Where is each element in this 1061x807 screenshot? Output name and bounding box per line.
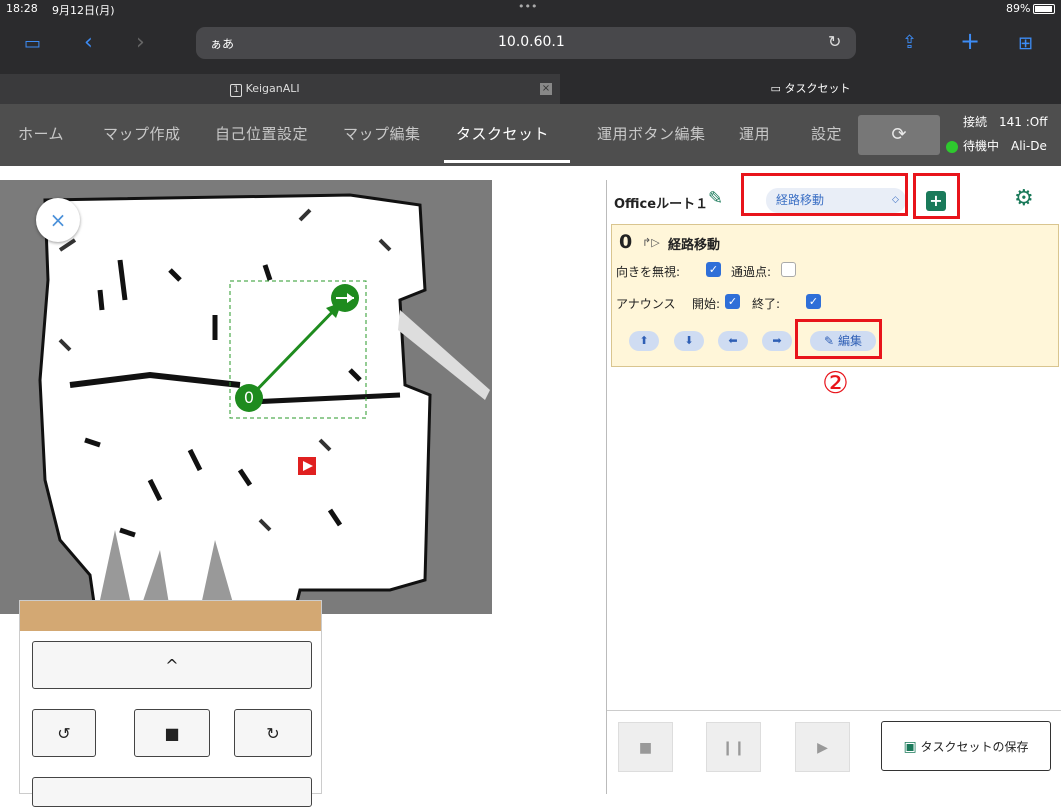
- tab-label: タスクセット: [784, 82, 851, 95]
- tab-number-badge: 1: [230, 84, 243, 97]
- sync-icon: ⟳: [891, 124, 907, 145]
- battery-level: 89%: [1006, 2, 1031, 15]
- close-icon: ×: [49, 208, 67, 232]
- tab-close-icon[interactable]: ×: [540, 83, 552, 95]
- move-down-button[interactable]: ⬇: [674, 331, 704, 351]
- route-name: Officeルート１: [614, 197, 709, 212]
- tab-dots: •••: [518, 0, 538, 13]
- stop-button[interactable]: ■: [134, 709, 210, 757]
- divider: [607, 710, 1061, 711]
- nav-map-create[interactable]: マップ作成: [103, 123, 181, 144]
- map-view[interactable]: 0: [0, 180, 492, 614]
- end-label: 終了:: [752, 297, 781, 311]
- announce-label: アナウンス: [616, 297, 676, 311]
- pencil-icon[interactable]: ✎: [708, 188, 723, 209]
- ignore-direction-checkbox[interactable]: ✓: [706, 262, 721, 277]
- new-tab-icon[interactable]: +: [960, 29, 980, 53]
- browser-chrome: 18:28 9月12日(月) ••• 89% ▭ ‹ › ぁあ 10.0.60.…: [0, 0, 1061, 104]
- waypoint-marker[interactable]: 0: [235, 384, 263, 412]
- connection-status: 接続 141 :Off: [963, 115, 1048, 129]
- forward-icon[interactable]: ›: [136, 32, 145, 54]
- save-taskset-button[interactable]: ▣ タスクセットの保存: [881, 721, 1051, 771]
- status-dot-icon: [946, 141, 958, 153]
- active-tab-underline: [444, 160, 570, 163]
- control-panel-header: [20, 601, 321, 631]
- battery-icon: [1033, 4, 1055, 14]
- address-bar[interactable]: ぁあ 10.0.60.1 ↻: [196, 27, 856, 59]
- tab-taskset[interactable]: ▭ タスクセット: [560, 74, 1061, 104]
- arrow-up-icon: ⬆: [639, 334, 649, 347]
- tab-keiganali[interactable]: 1 KeiganALI: [0, 74, 530, 104]
- nav-self-position[interactable]: 自己位置設定: [215, 123, 308, 144]
- arrow-down-icon: ⬇: [684, 334, 694, 347]
- tabs-overview-icon[interactable]: ⊞: [1018, 33, 1033, 55]
- announce-end-checkbox[interactable]: ✓: [806, 294, 821, 309]
- passpoint-checkbox[interactable]: [781, 262, 796, 277]
- ignore-direction-label: 向きを無視:: [616, 265, 681, 279]
- stop-task-button[interactable]: ■: [618, 722, 673, 772]
- arrow-right-icon: ➡: [772, 334, 782, 347]
- rotate-left-icon: ↺: [57, 724, 71, 743]
- task-type: 経路移動: [668, 238, 721, 253]
- manual-control-panel: ^ ↺ ■ ↻: [19, 600, 322, 807]
- highlight-box-add: [913, 173, 960, 219]
- chevron-up-icon: ^: [165, 656, 179, 675]
- nav-button-edit[interactable]: 運用ボタン編集: [597, 123, 706, 144]
- tab-bar: 1 KeiganALI × ▭ タスクセット: [0, 74, 1061, 104]
- task-index: 0: [619, 231, 633, 253]
- stop-icon: ■: [638, 740, 653, 756]
- move-up-button[interactable]: ⬆: [629, 331, 659, 351]
- play-task-button[interactable]: ▶: [795, 722, 850, 772]
- url-text[interactable]: 10.0.60.1: [498, 34, 565, 50]
- nav-operation[interactable]: 運用: [739, 123, 770, 144]
- nav-settings[interactable]: 設定: [811, 123, 842, 144]
- status-date: 9月12日(月): [52, 4, 115, 17]
- tab-label: KeiganALI: [245, 82, 300, 95]
- text-size-button[interactable]: ぁあ: [210, 35, 234, 52]
- highlight-box-select: [741, 173, 908, 216]
- route-move-icon: ↱▷: [642, 236, 660, 249]
- passpoint-label: 通過点:: [731, 265, 772, 279]
- announce-start-checkbox[interactable]: ✓: [725, 294, 740, 309]
- nav-taskset[interactable]: タスクセット: [456, 123, 549, 144]
- close-map-button[interactable]: ×: [36, 198, 80, 242]
- annotation-2: ②: [822, 366, 849, 401]
- arrow-left-icon: ⬅: [728, 334, 738, 347]
- share-icon[interactable]: ⇪: [902, 32, 917, 54]
- reload-icon[interactable]: ↻: [828, 32, 841, 51]
- gear-icon[interactable]: ⚙: [1014, 186, 1034, 211]
- highlight-box-edit: [795, 319, 882, 359]
- sync-button[interactable]: ⟳: [858, 115, 940, 155]
- sidebar-icon[interactable]: ▭: [24, 33, 41, 55]
- robot-status: 待機中 Ali-De: [963, 139, 1047, 153]
- save-icon: ▣: [903, 739, 917, 755]
- tab-favicon-icon: ▭: [770, 82, 781, 95]
- play-icon: ▶: [817, 740, 828, 756]
- status-time: 18:28: [6, 2, 38, 15]
- nav-map-edit[interactable]: マップ編集: [343, 123, 421, 144]
- stop-icon: ■: [164, 724, 180, 743]
- save-label: タスクセットの保存: [920, 740, 1029, 754]
- forward-button[interactable]: ^: [32, 641, 312, 689]
- move-right-button[interactable]: ➡: [762, 331, 792, 351]
- nav-home[interactable]: ホーム: [18, 123, 64, 144]
- rotate-right-icon: ↻: [266, 724, 280, 743]
- start-label: 開始:: [692, 297, 721, 311]
- pause-task-button[interactable]: ❙❙: [706, 722, 761, 772]
- back-icon[interactable]: ‹: [84, 32, 93, 54]
- move-left-button[interactable]: ⬅: [718, 331, 748, 351]
- rotate-left-button[interactable]: ↺: [32, 709, 96, 757]
- backward-button[interactable]: [32, 777, 312, 807]
- rotate-right-button[interactable]: ↻: [234, 709, 312, 757]
- pause-icon: ❙❙: [721, 740, 746, 756]
